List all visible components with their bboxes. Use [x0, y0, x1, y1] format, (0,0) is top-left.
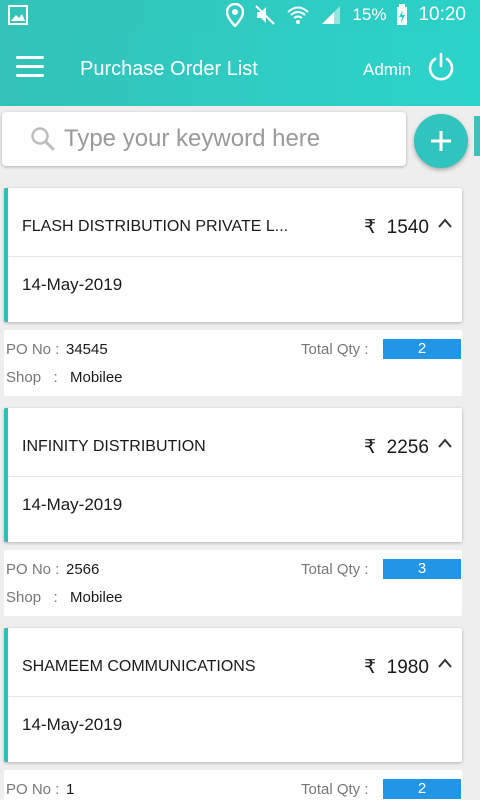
divider [8, 256, 462, 257]
order-date: 14-May-2019 [22, 715, 123, 734]
order-date: 14-May-2019 [22, 275, 123, 294]
order-card[interactable]: INFINITY DISTRIBUTION ₹ 2256 14-May-2019 [4, 408, 462, 542]
po-number: 34545 [66, 341, 108, 358]
po-label: PO No : [6, 341, 60, 358]
supplier-name: FLASH DISTRIBUTION PRIVATE L... [22, 218, 289, 235]
plus-icon [431, 131, 451, 151]
clock: 10:20 [418, 4, 466, 25]
po-label: PO No : [6, 561, 60, 578]
po-label: PO No : [6, 781, 60, 798]
order-amount: ₹ 2256 [364, 437, 429, 458]
shop-name: Mobilee [70, 369, 123, 386]
order-amount: ₹ 1980 [364, 657, 429, 678]
add-order-button[interactable] [414, 114, 468, 168]
order-card[interactable]: SHAMEEM COMMUNICATIONS ₹ 1980 14-May-201… [4, 628, 462, 762]
mute-icon [254, 4, 276, 26]
order-amount: ₹ 1540 [364, 217, 429, 238]
order-details: PO No : 2566 Total Qty : 3 Shop : Mobile… [4, 550, 462, 616]
search-icon [30, 126, 56, 157]
order-details: PO No : 34545 Total Qty : 2 Shop : Mobil… [4, 330, 462, 396]
chevron-up-icon[interactable] [436, 656, 454, 674]
shop-label: Shop : [6, 369, 58, 386]
location-icon [226, 3, 245, 27]
signal-icon [320, 4, 342, 26]
status-bar: 15% 10:20 [0, 0, 480, 30]
po-number: 1 [66, 781, 75, 798]
wifi-icon [286, 4, 310, 26]
order-details: PO No : 1 Total Qty : 2 [4, 770, 462, 800]
divider [8, 476, 462, 477]
divider [8, 696, 462, 697]
po-number: 2566 [66, 561, 100, 578]
total-qty-label: Total Qty : [301, 561, 369, 578]
user-name: Admin [363, 60, 412, 79]
shop-name: Mobilee [70, 589, 123, 606]
chevron-up-icon[interactable] [436, 436, 454, 454]
battery-icon [396, 4, 408, 26]
page-title: Purchase Order List [80, 58, 258, 80]
shop-label: Shop : [6, 589, 58, 606]
supplier-name: SHAMEEM COMMUNICATIONS [22, 658, 256, 675]
total-qty-badge: 2 [383, 339, 461, 359]
search-input[interactable] [64, 120, 394, 158]
hamburger-menu-icon[interactable] [16, 56, 44, 78]
total-qty-badge: 2 [383, 779, 461, 799]
app-bar: Purchase Order List Admin [0, 30, 480, 106]
total-qty-label: Total Qty : [301, 781, 369, 798]
chevron-up-icon[interactable] [436, 216, 454, 234]
scroll-indicator [474, 116, 480, 156]
power-logout-icon[interactable] [426, 52, 456, 87]
image-icon [8, 5, 28, 30]
total-qty-label: Total Qty : [301, 341, 369, 358]
battery-percent: 15% [352, 5, 387, 24]
order-date: 14-May-2019 [22, 495, 123, 514]
search-bar [2, 112, 406, 166]
supplier-name: INFINITY DISTRIBUTION [22, 438, 206, 455]
total-qty-badge: 3 [383, 559, 461, 579]
order-card[interactable]: FLASH DISTRIBUTION PRIVATE L... ₹ 1540 1… [4, 188, 462, 322]
